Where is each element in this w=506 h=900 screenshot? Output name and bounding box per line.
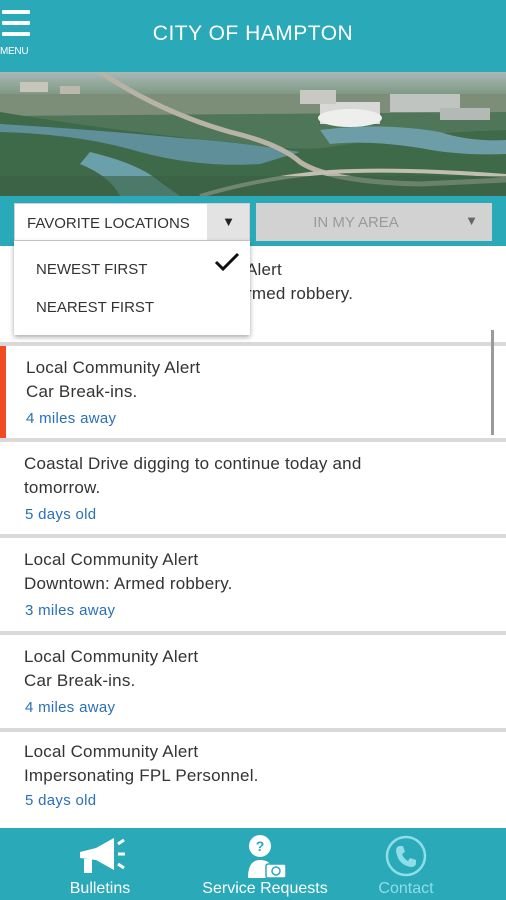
triangle-down-icon: ▼ xyxy=(465,213,478,228)
tab-service-requests-label: Service Requests xyxy=(202,880,328,897)
alert-title: Coastal Drive digging to continue today … xyxy=(24,454,362,473)
alert-detail-partial: rmed robbery. xyxy=(246,284,354,303)
tab-bulletins[interactable]: Bulletins xyxy=(50,828,150,900)
sort-option-newest-first[interactable]: NEWEST FIRST xyxy=(36,261,147,278)
phone-icon xyxy=(385,835,427,877)
alert-detail: Car Break-ins. xyxy=(26,382,138,401)
menu-label: MENU xyxy=(0,46,29,57)
alert-distance: 3 miles away xyxy=(25,602,116,619)
list-item[interactable]: Local Community Alert Impersonating FPL … xyxy=(0,732,506,828)
alert-detail: tomorrow. xyxy=(24,478,101,497)
alert-age: 5 days old xyxy=(25,506,97,523)
in-my-area-dropdown[interactable]: IN MY AREA ▼ xyxy=(256,203,492,241)
service-request-icon: ? xyxy=(248,835,287,879)
hero-city-image xyxy=(0,72,506,196)
triangle-down-icon: ▼ xyxy=(222,214,235,229)
sort-options-menu: NEWEST FIRST NEAREST FIRST xyxy=(14,241,250,335)
alert-title: Local Community Alert xyxy=(24,550,199,569)
list-item[interactable]: Local Community Alert Downtown: Armed ro… xyxy=(0,538,506,635)
checkmark-icon xyxy=(214,252,240,272)
alert-detail: Car Break-ins. xyxy=(24,671,136,690)
tab-contact[interactable]: Contact xyxy=(360,828,452,900)
app-header: MENU CITY OF HAMPTON xyxy=(0,0,506,72)
favorite-locations-label: FAVORITE LOCATIONS xyxy=(27,215,190,232)
megaphone-icon xyxy=(80,838,125,873)
tab-bulletins-label: Bulletins xyxy=(69,880,131,897)
selected-indicator xyxy=(0,346,6,438)
alert-distance: 4 miles away xyxy=(25,699,116,716)
alert-title-partial: Alert xyxy=(246,260,282,279)
list-item[interactable]: Local Community Alert Car Break-ins. 4 m… xyxy=(0,346,506,442)
list-item[interactable]: Coastal Drive digging to continue today … xyxy=(0,442,506,538)
alert-title: Local Community Alert xyxy=(24,742,199,761)
alert-distance: 4 miles away xyxy=(26,410,117,427)
alert-detail: Downtown: Armed robbery. xyxy=(24,574,233,593)
alert-detail: Impersonating FPL Personnel. xyxy=(24,766,259,785)
menu-icon-bar xyxy=(2,10,30,14)
alert-title: Local Community Alert xyxy=(24,647,199,666)
tab-contact-label: Contact xyxy=(378,880,434,897)
favorite-locations-dropdown[interactable]: FAVORITE LOCATIONS ▼ xyxy=(14,203,250,241)
sort-option-nearest-first[interactable]: NEAREST FIRST xyxy=(36,299,154,316)
page-title: CITY OF HAMPTON xyxy=(152,22,354,45)
tab-service-requests[interactable]: ? Service Requests xyxy=(190,828,340,900)
list-scrollbar[interactable] xyxy=(491,330,494,435)
city-aerial-illustration xyxy=(0,72,506,196)
svg-text:?: ? xyxy=(256,838,265,854)
list-item[interactable]: Local Community Alert Car Break-ins. 4 m… xyxy=(0,635,506,732)
alert-title: Local Community Alert xyxy=(26,358,201,377)
alert-age: 5 days old xyxy=(25,792,97,809)
in-my-area-label: IN MY AREA xyxy=(313,214,399,231)
bottom-tab-bar: Bulletins ? Service Requests Contact xyxy=(0,828,506,900)
